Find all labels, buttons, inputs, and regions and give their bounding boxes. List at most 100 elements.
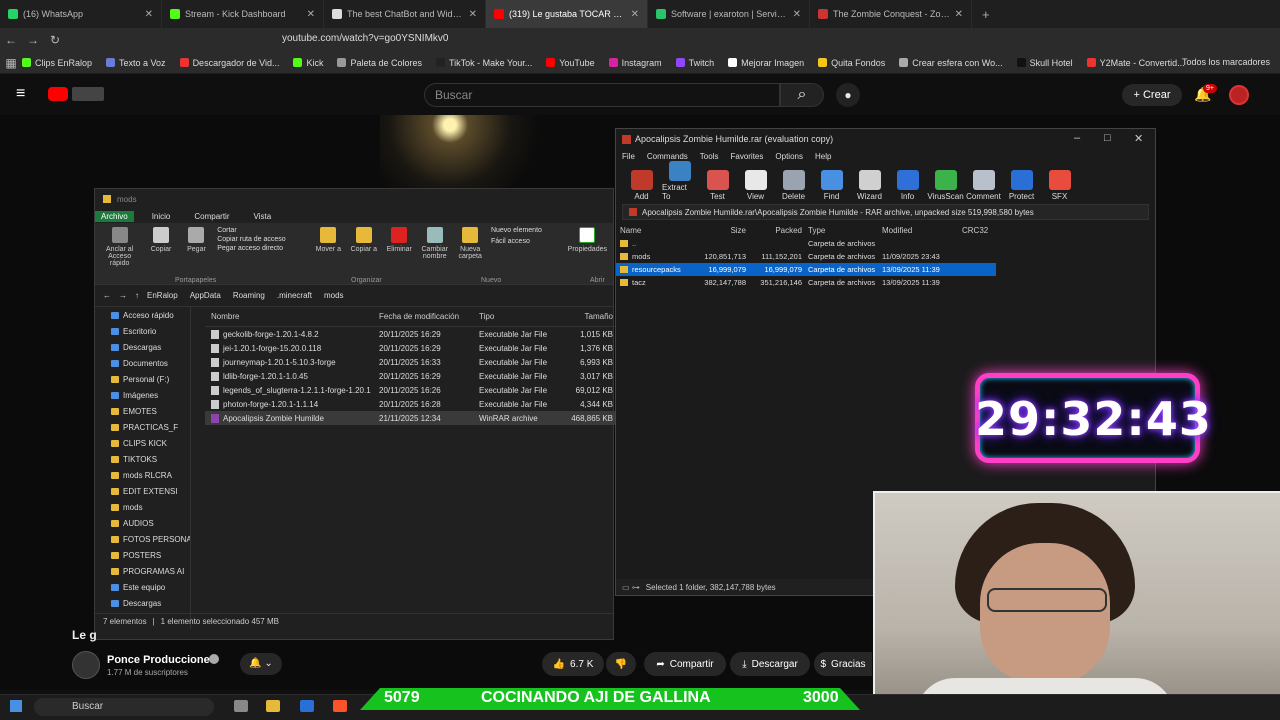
sidebar-item[interactable]: Escritorio: [95, 323, 190, 339]
pin-button[interactable]: Anclar al Acceso rápido: [99, 227, 140, 280]
new-item-button[interactable]: Nuevo elemento: [491, 227, 560, 234]
reload-icon[interactable]: ↻: [44, 33, 66, 47]
tab-close-icon[interactable]: ✕: [631, 9, 639, 20]
download-button[interactable]: ⤓ Descargar: [730, 652, 810, 676]
toolbar-button-add[interactable]: Add: [624, 170, 659, 201]
table-row[interactable]: .. Carpeta de archivos: [616, 237, 1155, 250]
bookmark-item[interactable]: Mejorar Imagen: [728, 58, 804, 68]
browser-tab[interactable]: (16) WhatsApp ✕: [0, 0, 162, 28]
sidebar-item[interactable]: Este equipo: [95, 579, 190, 595]
toolbar-button-sfx[interactable]: SFX: [1042, 170, 1077, 201]
table-row[interactable]: resourcepacks 16,999,079 16,999,079 Carpeta…: [616, 263, 996, 276]
avatar[interactable]: [1229, 85, 1249, 105]
bookmark-item[interactable]: Y2Mate - Convertid...: [1086, 58, 1185, 68]
subscribe-bell-button[interactable]: 🔔 ⌄: [240, 653, 282, 675]
forward-icon[interactable]: →: [119, 291, 127, 300]
toolbar-button-view[interactable]: View: [738, 170, 773, 201]
toolbar-button-protect[interactable]: Protect: [1004, 170, 1039, 201]
copy-path-button[interactable]: Copiar ruta de acceso: [217, 236, 307, 243]
store-taskbar-icon[interactable]: [300, 700, 314, 712]
column-size[interactable]: Tamaño: [565, 312, 613, 321]
table-row[interactable]: Apocalipsis Zombie Humilde 21/11/2025 12:…: [205, 411, 615, 425]
share-button[interactable]: ➦ Compartir: [644, 652, 726, 676]
tab-close-icon[interactable]: ✕: [793, 9, 801, 20]
bookmark-item[interactable]: Instagram: [608, 58, 662, 68]
menu-icon[interactable]: ≡: [16, 85, 25, 103]
tab-compartir[interactable]: Compartir: [188, 211, 235, 222]
thanks-button[interactable]: $ Gracias: [814, 652, 872, 676]
toolbar-button-info[interactable]: Info: [890, 170, 925, 201]
toolbar-button-wizard[interactable]: Wizard: [852, 170, 887, 201]
url-field[interactable]: youtube.com/watch?v=go0YSNIMkv0: [282, 33, 448, 44]
tab-close-icon[interactable]: ✕: [469, 9, 477, 20]
search-icon[interactable]: ⌕: [780, 83, 824, 107]
breadcrumb-item[interactable]: mods: [324, 291, 344, 300]
table-row[interactable]: photon-forge-1.20.1-1.1.14 20/11/2025 16:…: [205, 397, 615, 411]
menu-item[interactable]: Options: [775, 152, 803, 161]
tab-close-icon[interactable]: ✕: [955, 9, 963, 20]
file-explorer-taskbar-icon[interactable]: [266, 700, 280, 712]
table-row[interactable]: journeymap-1.20.1-5.10.3-forge 20/11/2025…: [205, 355, 615, 369]
table-row[interactable]: mods 120,851,713 111,152,201 Carpeta de arc…: [616, 250, 1155, 263]
column-crc32[interactable]: CRC32: [962, 226, 1002, 235]
sidebar-item[interactable]: Descargas: [95, 339, 190, 355]
paste-shortcut-button[interactable]: Pegar acceso directo: [217, 245, 307, 252]
search-input[interactable]: Buscar: [424, 83, 780, 107]
channel-name[interactable]: Ponce Producciones: [107, 654, 216, 666]
tab-close-icon[interactable]: ✕: [307, 9, 315, 20]
menu-item[interactable]: Favorites: [730, 152, 763, 161]
table-row[interactable]: tacz 382,147,788 351,216,146 Carpeta de arc…: [616, 276, 1155, 289]
bookmark-item[interactable]: Descargador de Vid...: [179, 58, 279, 68]
bookmark-item[interactable]: Texto a Voz: [106, 58, 166, 68]
mic-icon[interactable]: ●: [836, 83, 860, 107]
bookmark-item[interactable]: Twitch: [675, 58, 714, 68]
youtube-logo-icon[interactable]: [48, 87, 68, 101]
bookmark-item[interactable]: Crear esfera con Wo...: [899, 58, 1003, 68]
table-row[interactable]: ldlib-forge-1.20.1-1.0.45 20/11/2025 16:2…: [205, 369, 615, 383]
sidebar-item[interactable]: TIKTOKS: [95, 451, 190, 467]
browser-tab[interactable]: The best ChatBot and Widgets for Ki ✕: [324, 0, 486, 28]
bookmark-item[interactable]: Paleta de Colores: [337, 58, 422, 68]
toolbar-button-virusscan[interactable]: VirusScan: [927, 170, 964, 201]
breadcrumb-item[interactable]: .minecraft: [277, 291, 312, 300]
sidebar-item[interactable]: AUDIOS: [95, 515, 190, 531]
properties-button[interactable]: Propiedades: [566, 227, 609, 280]
breadcrumb[interactable]: ← → ↑ EnRalop AppData Roaming .minecraft mod…: [95, 285, 613, 307]
table-row[interactable]: legends_of_slugterra-1.2.1.1-forge-1.20.…: [205, 383, 615, 397]
breadcrumb-item[interactable]: EnRalop: [147, 291, 178, 300]
create-button[interactable]: + Crear: [1122, 84, 1182, 106]
bookmark-item[interactable]: Kick: [293, 58, 323, 68]
column-name[interactable]: Nombre: [205, 312, 379, 321]
column-type[interactable]: Tipo: [479, 312, 565, 321]
sidebar-item[interactable]: EMOTES: [95, 403, 190, 419]
task-view-icon[interactable]: [234, 700, 248, 712]
tab-close-icon[interactable]: ✕: [145, 9, 153, 20]
bookmark-item[interactable]: Skull Hotel: [1016, 58, 1073, 68]
delete-button[interactable]: Eliminar: [385, 227, 414, 280]
column-size[interactable]: Size: [684, 226, 746, 235]
sidebar-item[interactable]: PROGRAMAS AI: [95, 563, 190, 579]
maximize-icon[interactable]: □: [1104, 132, 1111, 144]
column-date[interactable]: Fecha de modificación: [379, 312, 479, 321]
toolbar-button-test[interactable]: Test: [700, 170, 735, 201]
copy-to-button[interactable]: Copiar a: [349, 227, 378, 280]
menu-item[interactable]: File: [622, 152, 635, 161]
minimize-icon[interactable]: –: [1074, 132, 1080, 144]
archive-path-bar[interactable]: Apocalipsis Zombie Humilde.rar\Apocalips…: [622, 204, 1149, 220]
cut-button[interactable]: Cortar: [217, 227, 307, 234]
bookmark-item[interactable]: Quita Fondos: [818, 58, 885, 68]
sidebar-item[interactable]: PRACTICAS_F: [95, 419, 190, 435]
sidebar-item[interactable]: mods RLCRA: [95, 467, 190, 483]
column-modified[interactable]: Modified: [882, 226, 962, 235]
breadcrumb-item[interactable]: Roaming: [233, 291, 265, 300]
sidebar-item[interactable]: CLIPS KICK: [95, 435, 190, 451]
like-button[interactable]: 👍 6.7 K: [542, 652, 604, 676]
column-name[interactable]: Name: [616, 226, 684, 235]
dislike-button[interactable]: 👎: [606, 652, 636, 676]
sidebar-item[interactable]: Descargas: [95, 595, 190, 611]
browser-tab[interactable]: (319) Le gustaba TOCAR el MIC ✕: [486, 0, 648, 28]
browser-tab[interactable]: Stream - Kick Dashboard ✕: [162, 0, 324, 28]
browser-tab[interactable]: The Zombie Conquest - Zombie Apo ✕: [810, 0, 972, 28]
rename-button[interactable]: Cambiar nombre: [420, 227, 449, 280]
toolbar-button-comment[interactable]: Comment: [966, 170, 1001, 201]
